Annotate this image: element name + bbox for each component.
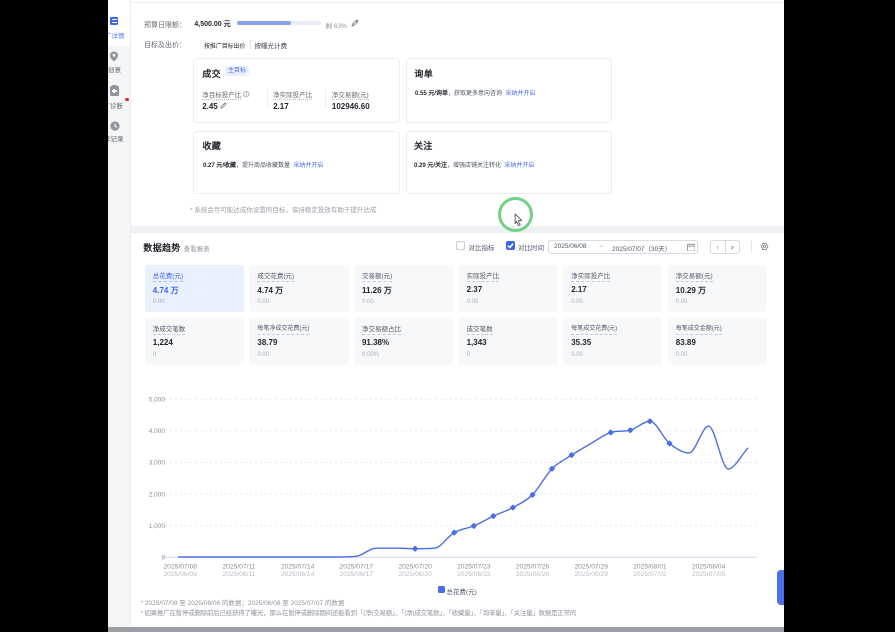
svg-text:2025/06/26: 2025/06/26	[516, 571, 550, 578]
svg-text:2025/08/01: 2025/08/01	[633, 563, 667, 570]
svg-text:2025/06/17: 2025/06/17	[340, 571, 374, 578]
svg-text:2025/07/26: 2025/07/26	[516, 563, 550, 570]
svg-text:2025/06/14: 2025/06/14	[281, 571, 315, 578]
svg-text:2025/06/11: 2025/06/11	[222, 571, 255, 578]
svg-text:2025/08/04: 2025/08/04	[692, 563, 726, 570]
svg-text:2025/06/08: 2025/06/08	[163, 571, 197, 578]
svg-text:3,000: 3,000	[149, 460, 166, 467]
svg-text:5,000: 5,000	[149, 397, 166, 404]
svg-text:0: 0	[161, 555, 165, 562]
svg-text:2025/07/17: 2025/07/17	[340, 563, 374, 570]
svg-text:4,000: 4,000	[149, 428, 166, 435]
svg-text:2025/07/23: 2025/07/23	[457, 563, 491, 570]
svg-text:2025/07/14: 2025/07/14	[281, 563, 315, 570]
svg-text:2025/06/29: 2025/06/29	[574, 571, 608, 578]
svg-text:2025/07/08: 2025/07/08	[163, 563, 197, 570]
svg-text:2,000: 2,000	[149, 491, 166, 498]
svg-text:2025/06/23: 2025/06/23	[457, 571, 491, 578]
svg-text:2025/07/29: 2025/07/29	[574, 563, 608, 570]
svg-text:1,000: 1,000	[149, 523, 166, 530]
svg-text:2025/07/05: 2025/07/05	[692, 571, 726, 578]
svg-text:2025/07/20: 2025/07/20	[398, 563, 432, 570]
svg-text:2025/07/02: 2025/07/02	[633, 571, 667, 578]
svg-text:2025/06/20: 2025/06/20	[398, 571, 432, 578]
svg-text:2025/07/11: 2025/07/11	[222, 563, 255, 570]
